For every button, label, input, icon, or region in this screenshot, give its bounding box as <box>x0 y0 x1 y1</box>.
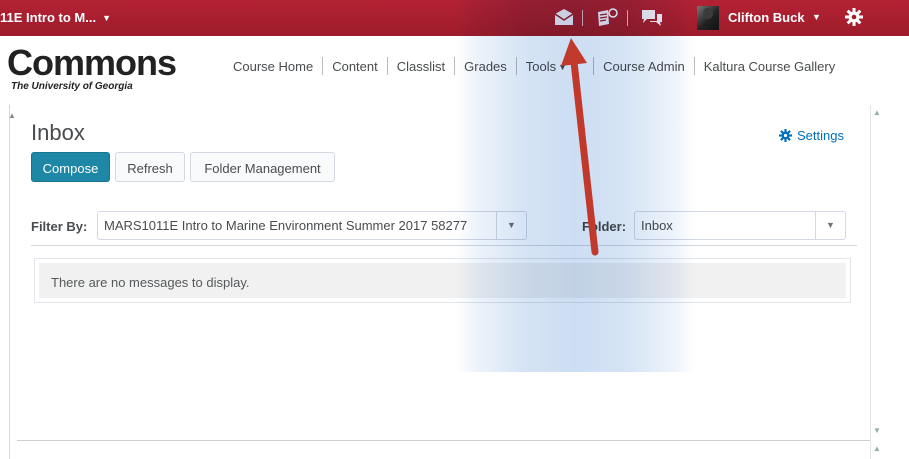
nav-separator <box>593 57 595 75</box>
folder-select[interactable]: Inbox ▼ <box>634 211 846 240</box>
nav-separator <box>386 57 388 75</box>
course-selector[interactable]: 11E Intro to M... ▼ <box>0 0 111 36</box>
settings-link[interactable]: Settings <box>779 128 844 143</box>
nav-course-home[interactable]: Course Home <box>233 59 313 74</box>
filter-label: Filter By: <box>31 219 88 234</box>
filter-select[interactable]: MARS1011E Intro to Marine Environment Su… <box>97 211 527 240</box>
nav-grades[interactable]: Grades <box>464 59 507 74</box>
icon-separator <box>627 10 628 26</box>
empty-message: There are no messages to display. <box>51 275 250 290</box>
nav-tools[interactable]: Tools ▼ <box>526 59 567 74</box>
nav-classlist[interactable]: Classlist <box>397 59 445 74</box>
logo-subtitle: The University of Georgia <box>11 81 133 92</box>
course-navbar: Course Home Content Classlist Grades Tools ▼ C… <box>233 57 835 75</box>
scroll-down-icon[interactable]: ▼ <box>873 426 881 435</box>
folder-label: Folder: <box>582 219 627 234</box>
nav-course-admin[interactable]: Course Admin <box>603 59 685 74</box>
chevron-down-icon: ▼ <box>558 62 568 72</box>
top-navbar: 11E Intro to M... ▼ Clifton Buck ▼ <box>0 0 909 36</box>
nav-separator <box>454 57 456 75</box>
frame-border-right <box>870 105 871 459</box>
chevron-down-icon: ▼ <box>812 12 821 22</box>
folder-select-value: Inbox <box>641 218 673 233</box>
nav-separator <box>322 57 324 75</box>
nav-tools-label: Tools <box>525 59 557 74</box>
chevron-down-icon: ▼ <box>815 212 845 239</box>
nav-separator <box>693 57 695 75</box>
frame-border-bottom <box>17 440 870 441</box>
subscription-alerts-icon[interactable] <box>596 8 618 33</box>
scroll-left-icon[interactable]: ▲ <box>8 111 16 120</box>
folder-management-button[interactable]: Folder Management <box>190 152 335 182</box>
user-name: Clifton Buck <box>728 10 805 25</box>
highlight-overlay <box>455 0 695 372</box>
filter-select-value: MARS1011E Intro to Marine Environment Su… <box>104 218 468 233</box>
icon-separator <box>582 10 583 26</box>
messages-list: There are no messages to display. <box>34 258 851 303</box>
chevron-down-icon: ▼ <box>496 212 526 239</box>
update-alerts-icon[interactable] <box>641 8 663 33</box>
nav-content[interactable]: Content <box>332 59 378 74</box>
frame-border-left <box>9 105 10 459</box>
scroll-up-icon[interactable]: ▲ <box>873 108 881 117</box>
scroll-up-icon[interactable]: ▲ <box>873 444 881 453</box>
refresh-button[interactable]: Refresh <box>115 152 185 182</box>
message-alerts-icon[interactable] <box>554 8 574 31</box>
gear-icon[interactable] <box>845 8 863 31</box>
divider <box>31 245 857 246</box>
settings-label: Settings <box>797 128 844 143</box>
nav-kaltura-gallery[interactable]: Kaltura Course Gallery <box>704 59 836 74</box>
nav-separator <box>515 57 517 75</box>
avatar <box>697 6 719 30</box>
chevron-down-icon: ▼ <box>102 13 111 23</box>
compose-button[interactable]: Compose <box>31 152 110 182</box>
gear-icon <box>779 129 792 142</box>
logo[interactable]: Commons <box>7 45 177 81</box>
empty-state: There are no messages to display. <box>39 263 846 298</box>
course-selector-label: 11E Intro to M... <box>0 10 97 25</box>
page-title: Inbox <box>31 120 85 145</box>
